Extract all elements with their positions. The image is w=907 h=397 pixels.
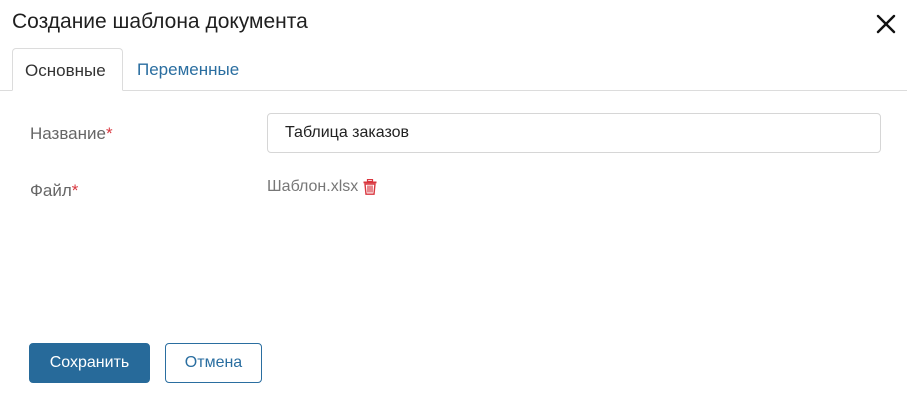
cancel-button[interactable]: Отмена: [165, 343, 262, 383]
file-name-link[interactable]: Шаблон.xlsx: [267, 178, 358, 196]
tab-bar: Основные Переменные: [0, 48, 907, 91]
create-template-dialog: Создание шаблона документа Основные Пере…: [0, 0, 907, 397]
save-button[interactable]: Сохранить: [29, 343, 150, 383]
required-mark: *: [105, 124, 113, 143]
dialog-title: Создание шаблона документа: [12, 10, 308, 33]
file-attachment: Шаблон.xlsx: [267, 177, 377, 197]
file-label-text: Файл: [30, 181, 72, 200]
delete-file-button[interactable]: [363, 179, 377, 195]
name-input[interactable]: [267, 113, 881, 153]
trash-icon: [363, 179, 377, 195]
tab-bar-divider: [0, 90, 907, 91]
required-mark: *: [71, 181, 79, 200]
name-field-label: Название*: [30, 124, 113, 144]
close-icon: [876, 14, 896, 34]
tab-main[interactable]: Основные: [12, 48, 123, 91]
tab-variables[interactable]: Переменные: [125, 48, 251, 90]
file-field-label: Файл*: [30, 181, 78, 201]
name-label-text: Название: [30, 124, 106, 143]
close-button[interactable]: [872, 10, 900, 38]
